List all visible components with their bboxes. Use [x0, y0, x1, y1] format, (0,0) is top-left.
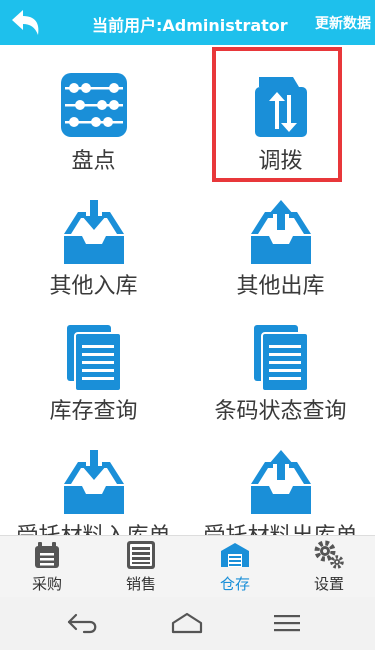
nav-label: 设置 — [313, 575, 344, 593]
document-icon — [253, 325, 308, 391]
update-data-button[interactable]: 更新数据 — [315, 13, 371, 33]
current-user-title: 当前用户:Administrator — [92, 16, 288, 35]
nav-item-warehouse[interactable]: 仓存 — [188, 536, 282, 598]
settings-gear-icon — [314, 540, 344, 569]
bottom-nav: 采购 销售 仓存 设置 — [0, 535, 375, 597]
transfer-icon — [254, 77, 307, 137]
tile-label: 受托材料入库单 — [0, 518, 187, 535]
nav-label: 销售 — [125, 575, 156, 593]
inbox-in-icon — [63, 200, 124, 264]
nav-label: 采购 — [31, 575, 62, 593]
function-grid: 盘点 调拨 其他入库 其他出库 库存查询 条码状态查询 — [0, 45, 375, 535]
inbox-out-icon — [250, 200, 311, 264]
sales-icon — [127, 541, 155, 569]
back-button[interactable] — [8, 7, 44, 39]
back-arrow-icon — [12, 10, 39, 35]
menu-nav-icon[interactable] — [272, 611, 302, 635]
tile-inventory-count[interactable]: 盘点 — [0, 45, 187, 174]
tile-stock-query[interactable]: 库存查询 — [0, 295, 187, 424]
tile-label: 受托材料出库单 — [187, 518, 374, 535]
tile-barcode-status-query[interactable]: 条码状态查询 — [187, 295, 374, 424]
nav-item-sales[interactable]: 销售 — [94, 536, 188, 598]
inbox-in-icon — [63, 450, 124, 514]
nav-label: 仓存 — [219, 575, 250, 593]
tile-other-inbound[interactable]: 其他入库 — [0, 170, 187, 299]
nav-item-purchase[interactable]: 采购 — [0, 536, 94, 598]
tile-other-outbound[interactable]: 其他出库 — [187, 170, 374, 299]
abacus-icon — [60, 73, 127, 137]
home-nav-icon[interactable] — [170, 611, 204, 635]
tile-consigned-material-outbound[interactable]: 受托材料出库单 — [187, 420, 374, 535]
back-nav-icon[interactable] — [66, 611, 102, 635]
document-icon — [66, 325, 121, 391]
tile-consigned-material-inbound[interactable]: 受托材料入库单 — [0, 420, 187, 535]
inbox-out-icon — [250, 450, 311, 514]
purchase-icon — [35, 542, 59, 568]
system-nav-bar — [0, 597, 375, 650]
warehouse-icon — [221, 543, 249, 567]
tile-transfer[interactable]: 调拨 — [187, 45, 374, 174]
app-header: 当前用户:Administrator 更新数据 — [0, 0, 375, 45]
nav-item-settings[interactable]: 设置 — [282, 536, 375, 598]
